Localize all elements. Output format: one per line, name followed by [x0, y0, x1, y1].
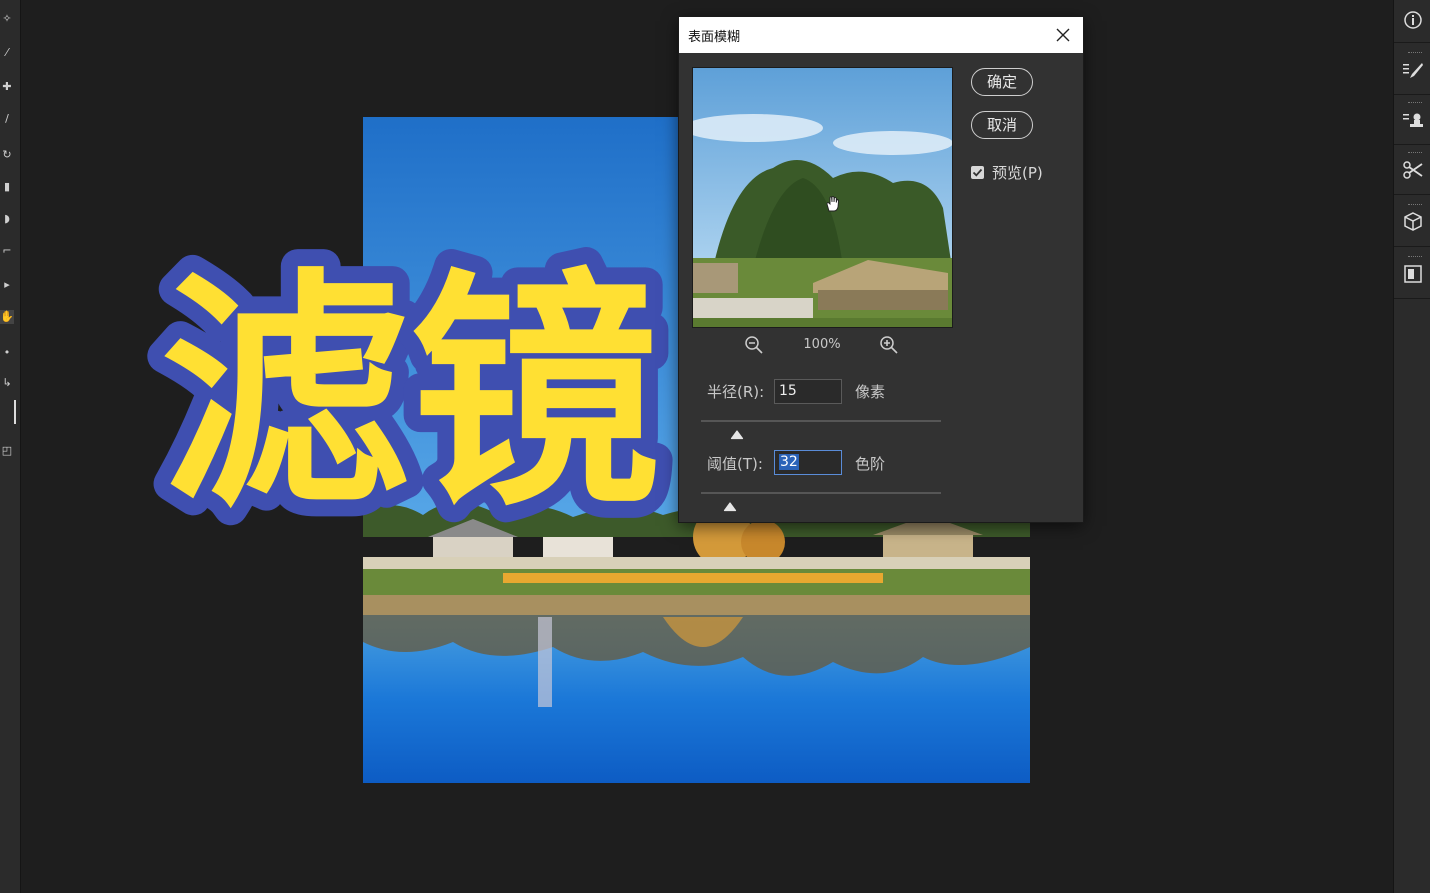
title-art: 滤镜 滤镜 — [143, 231, 710, 556]
preview-photo-art — [693, 68, 952, 327]
color-swatch-icon[interactable] — [0, 400, 16, 424]
magic-wand-icon[interactable]: ✧ — [0, 12, 14, 26]
dialog-title: 表面模糊 — [688, 30, 741, 45]
zoom-row: 100% — [692, 333, 951, 357]
threshold-slider-track[interactable] — [701, 492, 941, 494]
radius-input[interactable]: 15 — [774, 379, 842, 404]
zoom-level: 100% — [803, 337, 841, 352]
healing-icon[interactable]: ✚ — [0, 80, 14, 94]
radius-unit: 像素 — [855, 383, 886, 401]
threshold-input[interactable]: 32 — [774, 450, 842, 475]
radius-value: 15 — [779, 383, 797, 399]
radius-slider-track[interactable] — [701, 420, 941, 422]
radius-label: 半径(R): — [707, 383, 765, 401]
3d-icon[interactable] — [1398, 202, 1428, 242]
preview-label: 预览(P) — [992, 163, 1043, 182]
hand-cursor-icon — [824, 195, 842, 213]
tool-presets-icon[interactable] — [1398, 150, 1428, 190]
zoom-in-icon[interactable] — [879, 335, 899, 355]
history-brush-icon[interactable]: ↻ — [0, 148, 14, 162]
threshold-unit: 色阶 — [855, 455, 886, 473]
cancel-button[interactable]: 取消 — [971, 111, 1033, 139]
pen-icon[interactable]: ⌐ — [0, 244, 14, 258]
ok-button[interactable]: 确定 — [971, 68, 1033, 96]
smudge-icon[interactable]: ◗ — [0, 212, 14, 226]
hand-icon[interactable]: ✋ — [0, 310, 14, 324]
threshold-slider-thumb[interactable] — [723, 497, 737, 512]
threshold-label: 阈值(T): — [707, 455, 763, 473]
swap-icon[interactable]: ↳ — [0, 376, 14, 390]
dialog-titlebar[interactable]: 表面模糊 — [679, 17, 1083, 53]
eraser-icon[interactable]: ▮ — [0, 180, 14, 194]
right-panel-strip — [1393, 0, 1430, 893]
threshold-value: 32 — [779, 454, 799, 470]
surface-blur-dialog: 表面模糊 100% 确定 取消 预览(P) 半径(R): 15 像素 阈值(T)… — [679, 17, 1083, 522]
preview-image[interactable] — [692, 67, 953, 328]
zoom-icon[interactable]: • — [0, 346, 14, 360]
preview-option: 预览(P) — [971, 161, 1043, 183]
close-icon[interactable] — [1051, 23, 1075, 47]
title-text: 滤镜 — [160, 248, 660, 539]
screen-mode-icon[interactable]: ◰ — [0, 444, 14, 458]
layer-comps-icon[interactable] — [1398, 254, 1428, 294]
clone-source-icon[interactable] — [1398, 100, 1428, 140]
brush-icon[interactable]: ⁄ — [0, 46, 14, 60]
tools-toolbar: ✧ ⁄ ✚ / ↻ ▮ ◗ ⌐ ▸ ✋ • ↳ ◰ — [0, 0, 21, 893]
checkmark-icon — [972, 168, 983, 177]
info-icon[interactable] — [1398, 0, 1428, 40]
radius-slider-thumb[interactable] — [730, 425, 744, 440]
zoom-out-icon[interactable] — [744, 335, 764, 355]
preview-checkbox[interactable] — [971, 165, 984, 179]
path-select-icon[interactable]: ▸ — [0, 278, 14, 292]
brush-settings-icon[interactable] — [1398, 50, 1428, 90]
pencil-icon[interactable]: / — [0, 112, 14, 126]
